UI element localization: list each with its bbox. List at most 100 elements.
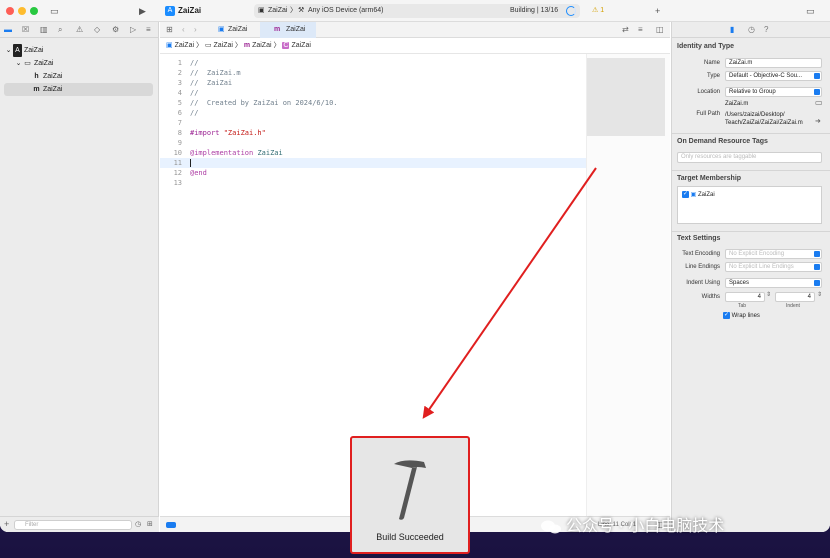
line-content: @end: [190, 169, 207, 177]
line-endings-select[interactable]: No Explicit Line Endings: [725, 262, 822, 272]
code-line[interactable]: 6 //: [160, 108, 586, 118]
folder-icon[interactable]: ▭: [815, 98, 823, 107]
warning-badge[interactable]: ⚠ 1: [592, 4, 604, 18]
symbol-tab-icon[interactable]: ▥: [40, 22, 48, 38]
editor-options-icon[interactable]: ≡: [638, 22, 643, 38]
odr-tags-field[interactable]: Only resources are taggable: [677, 152, 822, 163]
history-inspector-tab-icon[interactable]: ◷: [748, 22, 755, 38]
file-inspector-tab-icon[interactable]: ▮: [730, 22, 734, 38]
tree-item-project[interactable]: ⌄ A ZaiZai: [4, 44, 153, 57]
chevron-right-icon: 〉: [234, 42, 242, 49]
line-number: 5: [177, 99, 182, 107]
add-icon[interactable]: +: [4, 519, 9, 529]
reveal-in-finder-icon[interactable]: ➜: [815, 117, 821, 125]
name-field[interactable]: ZaiZai.m: [725, 58, 822, 68]
build-message: Build Succeeded: [376, 532, 444, 542]
tab-width-value: 4: [757, 294, 761, 300]
tab-label: ZaiZai: [228, 26, 248, 33]
tab-implementation-file[interactable]: m ZaiZai: [260, 22, 316, 38]
code-line[interactable]: 3 // ZaiZai: [160, 78, 586, 88]
code-line[interactable]: 2 // ZaiZai.m: [160, 68, 586, 78]
inspector-toggle-icon[interactable]: ▭: [806, 0, 815, 22]
wrap-lines-checkbox[interactable]: ✓: [723, 312, 730, 319]
tab-caption: Tab: [738, 303, 747, 309]
code-line[interactable]: 8 #import "ZaiZai.h": [160, 128, 586, 138]
project-navigator: ▬ ☒ ▥ ⌕ ⚠ ◇ ⚙ ▷ ≡ ⌄ A ZaiZai ⌄ ▭ ZaiZai h …: [0, 22, 159, 532]
folder-icon: ▭: [204, 42, 212, 49]
encoding-select[interactable]: No Explicit Encoding: [725, 249, 822, 259]
minimap[interactable]: [586, 54, 670, 516]
filter-placeholder: Filter: [25, 522, 39, 528]
source-control-tab-icon[interactable]: ☒: [22, 22, 29, 38]
code-line[interactable]: 13: [160, 178, 586, 188]
implementation-file-icon: m: [243, 42, 251, 49]
stepper-icon[interactable]: ⇕: [817, 291, 822, 298]
code-line[interactable]: 7: [160, 118, 586, 128]
symbol-icon: C: [282, 42, 290, 49]
scm-filter-icon[interactable]: ⊞: [147, 520, 153, 528]
line-content: // ZaiZai.m: [190, 69, 241, 77]
stepper-icon[interactable]: ⇕: [766, 291, 771, 298]
folder-icon: ▭: [24, 60, 31, 67]
test-tab-icon[interactable]: ◇: [94, 22, 100, 38]
filter-input[interactable]: Filter: [14, 520, 132, 530]
build-progress-icon: [566, 6, 576, 16]
indent-select[interactable]: Spaces: [725, 278, 822, 288]
tab-label: ZaiZai: [286, 26, 306, 33]
project-navigator-tab-icon[interactable]: ▬: [4, 22, 12, 38]
code-line[interactable]: 5 // Created by ZaiZai on 2024/6/10.: [160, 98, 586, 108]
tree-item-implementation-file[interactable]: m ZaiZai: [4, 83, 153, 96]
debug-tab-icon[interactable]: ⚙: [112, 22, 119, 38]
issue-tab-icon[interactable]: ⚠: [76, 22, 83, 38]
odr-placeholder: Only resources are taggable: [681, 154, 757, 160]
scheme-selector[interactable]: ▣ ZaiZai 〉 ⚒ Any iOS Device (arm64) Buil…: [254, 4, 580, 18]
code-line[interactable]: 11: [160, 158, 586, 168]
breadcrumb-item-file[interactable]: ZaiZai: [252, 42, 271, 49]
help-inspector-tab-icon[interactable]: ?: [764, 22, 768, 38]
build-succeeded-hud: Build Succeeded: [350, 436, 470, 554]
tab-width-field[interactable]: 4: [725, 292, 765, 302]
target-checkbox[interactable]: ✓: [682, 191, 689, 198]
disclosure-down-icon[interactable]: ⌄: [4, 44, 13, 57]
location-select[interactable]: Relative to Group: [725, 87, 822, 97]
line-content: //: [190, 59, 199, 67]
minimap-thumb[interactable]: [587, 58, 665, 136]
select-arrow-icon: [814, 264, 820, 270]
run-icon[interactable]: ▶: [139, 0, 146, 22]
forward-icon[interactable]: ›: [194, 22, 197, 38]
tab-header-file[interactable]: ▣ ZaiZai: [212, 22, 260, 38]
line-endings-label: Line Endings: [685, 264, 720, 270]
grid-icon[interactable]: ⊞: [166, 22, 173, 38]
minimize-window-button[interactable]: [18, 7, 26, 15]
zoom-window-button[interactable]: [30, 7, 38, 15]
implementation-file-icon: m: [274, 26, 281, 33]
report-tab-icon[interactable]: ≡: [146, 22, 151, 38]
breakpoint-tab-icon[interactable]: ▷: [130, 22, 136, 38]
breadcrumb-item-group[interactable]: ZaiZai: [214, 42, 233, 49]
breadcrumb-item-project[interactable]: ZaiZai: [175, 42, 194, 49]
back-icon[interactable]: ‹: [182, 22, 185, 38]
tree-item-group[interactable]: ⌄ ▭ ZaiZai: [4, 57, 153, 70]
find-tab-icon[interactable]: ⌕: [58, 22, 62, 38]
code-line[interactable]: 9: [160, 138, 586, 148]
close-window-button[interactable]: [6, 7, 14, 15]
wrap-lines-row[interactable]: ✓ Wrap lines: [723, 312, 760, 319]
code-line[interactable]: 4 //: [160, 88, 586, 98]
breadcrumb-item-symbol[interactable]: ZaiZai: [291, 42, 310, 49]
code-line[interactable]: 12 @end: [160, 168, 586, 178]
recent-icon[interactable]: ◷: [135, 520, 141, 528]
debug-area-toggle[interactable]: [166, 522, 176, 528]
split-editor-icon[interactable]: ◫: [656, 22, 664, 38]
disclosure-down-icon[interactable]: ⌄: [14, 57, 23, 70]
code-line[interactable]: 10 @implementation ZaiZai: [160, 148, 586, 158]
widths-label: Widths: [701, 294, 720, 300]
target-row[interactable]: ✓ ▣ ZaiZai: [682, 191, 715, 198]
line-number: 9: [177, 139, 182, 147]
type-select[interactable]: Default - Objective-C Sou...: [725, 71, 822, 81]
indent-width-field[interactable]: 4: [775, 292, 815, 302]
code-line[interactable]: 1 //: [160, 58, 586, 68]
sidebar-toggle-icon[interactable]: ▭: [50, 0, 59, 22]
add-icon[interactable]: +: [655, 0, 660, 22]
tree-item-header-file[interactable]: h ZaiZai: [4, 70, 153, 83]
related-items-icon[interactable]: ⇄: [622, 22, 629, 38]
